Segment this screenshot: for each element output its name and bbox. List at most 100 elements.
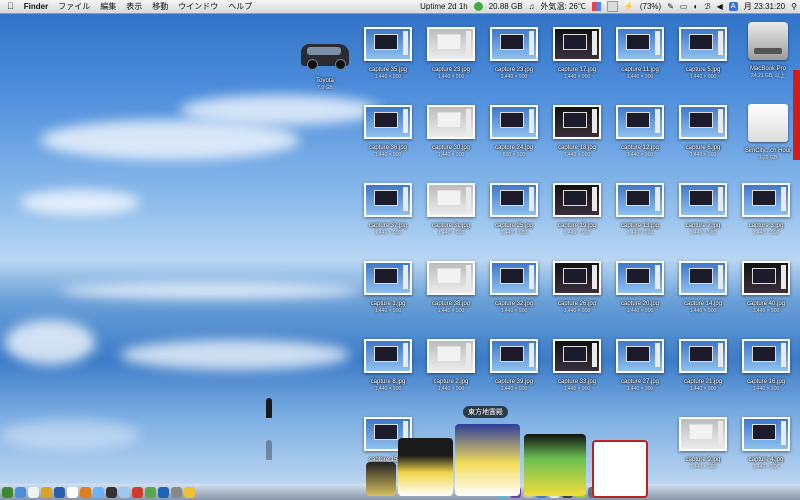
desktop-file-icon[interactable]: capture 2.jpg 1,440 × 900: [420, 339, 482, 392]
desktop-file-icon[interactable]: capture 31.jpg 1,440 × 900: [420, 183, 482, 236]
desktop-file-icon[interactable]: capture 21.jpg 1,440 × 900: [672, 339, 734, 392]
desktop-file-icon[interactable]: capture 24.jpg 800 × 600: [483, 105, 545, 158]
menu-help[interactable]: ヘルプ: [223, 0, 257, 13]
desktop-file-icon[interactable]: capture 27.jpg 1,440 × 900: [609, 339, 671, 392]
dock-app-icon[interactable]: [119, 486, 130, 498]
dock-game-icon-satori[interactable]: [592, 440, 648, 498]
desktop-file-icon[interactable]: capture 1.jpg 1,440 × 900: [357, 261, 419, 314]
image-thumbnail-icon: [616, 105, 664, 139]
menu-go[interactable]: 移動: [147, 0, 173, 13]
dock-app-icon[interactable]: [132, 486, 143, 498]
menu-finder[interactable]: Finder: [19, 0, 53, 13]
dock-app-icon[interactable]: [41, 486, 52, 498]
desktop-icon-sub: 24.21 GB, 以上: [751, 73, 785, 79]
dock-app-icon[interactable]: [158, 486, 169, 498]
desktop-icon-sub: 1,440 × 900: [500, 74, 528, 80]
dock-app-icon[interactable]: [171, 486, 182, 498]
disk-status-icon[interactable]: [471, 0, 486, 13]
desktop-icon-label: capture 24.jpg: [494, 145, 534, 151]
desktop-file-icon[interactable]: capture 13.jpg 1,440 × 900: [609, 183, 671, 236]
desktop-file-icon[interactable]: capture 11.jpg 1,440 × 900: [609, 27, 671, 80]
desktop-icon-label: capture 35.jpg: [368, 67, 408, 73]
display-icon[interactable]: ▭: [677, 0, 691, 13]
desktop-file-icon[interactable]: capture 7.jpg 1,440 × 900: [672, 183, 734, 236]
desktop-file-icon[interactable]: capture 38.jpg 1,440 × 900: [420, 261, 482, 314]
desktop-file-icon[interactable]: capture 30.jpg 1,440 × 900: [420, 105, 482, 158]
desktop-file-icon[interactable]: capture 6.jpg 1,440 × 900: [672, 105, 734, 158]
desktop-file-icon[interactable]: capture 23.jpg 1,440 × 900: [483, 27, 545, 80]
bluetooth-icon[interactable]: ℬ: [701, 0, 713, 13]
desktop-file-icon[interactable]: capture 36.jpg 1,440 × 900: [357, 105, 419, 158]
dock-app-icon[interactable]: [80, 486, 91, 498]
image-thumbnail-icon: [490, 339, 538, 373]
desktop-file-icon[interactable]: capture 37.jpg 1,440 × 900: [357, 183, 419, 236]
desktop-icon-label: capture 4.jpg: [748, 457, 784, 463]
cpu-monitor-icon[interactable]: [589, 0, 604, 13]
desktop-file-icon[interactable]: capture 18.jpg 1,440 × 900: [546, 105, 608, 158]
desktop-file-icon[interactable]: capture 40.jpg 1,440 × 900: [735, 261, 797, 314]
desktop-file-icon[interactable]: capture 23.jpg 1,440 × 900: [420, 27, 482, 80]
desktop-icon-sub: 1,440 × 900: [689, 152, 717, 158]
dock-app-icon[interactable]: [145, 486, 156, 498]
desktop-drive-macbook-pro[interactable]: MacBook Pro 24.21 GB, 以上: [737, 22, 799, 79]
dock-game-icon-marisa[interactable]: [366, 462, 396, 496]
desktop-file-icon[interactable]: capture 16.jpg 1,440 × 900: [735, 339, 797, 392]
desktop-file-icon[interactable]: capture 4.jpg 1,440 × 900: [735, 417, 797, 470]
headphones-icon[interactable]: ♫: [526, 0, 538, 13]
desktop-file-icon[interactable]: capture 25.jpg 1,440 × 900: [483, 183, 545, 236]
desktop-icon-toyota[interactable]: Toyota 7.9 GB: [294, 38, 356, 91]
uptime-status[interactable]: Uptime 2d 1h: [417, 0, 471, 13]
dock-app-icon[interactable]: [2, 486, 13, 498]
desktop-file-icon[interactable]: capture 5.jpg 1,440 × 900: [672, 27, 734, 80]
weather-icon[interactable]: [604, 0, 621, 13]
battery-percent[interactable]: (73%): [637, 0, 664, 13]
desktop-icon-sub: 800 × 600: [502, 152, 526, 158]
menu-window[interactable]: ウインドウ: [173, 0, 223, 13]
volume-icon[interactable]: ◀: [714, 0, 726, 13]
desktop-file-icon[interactable]: capture 3.jpg 1,440 × 900: [735, 183, 797, 236]
desktop-file-icon[interactable]: capture 20.jpg 1,440 × 900: [609, 261, 671, 314]
desktop-file-icon[interactable]: capture 8.jpg 1,440 × 900: [357, 339, 419, 392]
desktop-file-icon[interactable]: capture 14.jpg 1,440 × 900: [672, 261, 734, 314]
disk-free-status[interactable]: 20.88 GB: [486, 0, 526, 13]
desktop-icon-label: capture 26.jpg: [557, 301, 597, 307]
desktop-icon-sub: 1,440 × 900: [689, 464, 717, 470]
desktop-icon-sub: 1,440 × 900: [626, 386, 654, 392]
dock-game-icon-sakuya[interactable]: [455, 424, 520, 496]
desktop-icon-label: capture 30.jpg: [431, 145, 471, 151]
dock-game-icon-marisa-large[interactable]: [398, 438, 453, 496]
desktop-file-icon[interactable]: capture 33.jpg 1,440 × 900: [546, 339, 608, 392]
spotlight-icon[interactable]: ⚲: [788, 0, 800, 13]
desktop-file-icon[interactable]: capture 39.jpg 1,440 × 900: [483, 339, 545, 392]
dock-app-icon[interactable]: [93, 486, 104, 498]
desktop-drive-simcity[interactable]: SimCity...ch Hour 1.22 GB: [737, 104, 799, 161]
desktop-file-icon[interactable]: capture 9.jpg 1,440 × 900: [672, 417, 734, 470]
menu-view[interactable]: 表示: [121, 0, 147, 13]
dock-app-icon[interactable]: [28, 486, 39, 498]
desktop-file-icon[interactable]: capture 12.jpg 1,440 × 900: [609, 105, 671, 158]
script-icon[interactable]: ✎: [664, 0, 677, 13]
menu-file[interactable]: ファイル: [53, 0, 95, 13]
desktop-icon-label: capture 9.jpg: [685, 457, 721, 463]
dock-app-icon[interactable]: [15, 486, 26, 498]
desktop-file-icon[interactable]: capture 26.jpg 1,440 × 900: [546, 261, 608, 314]
apple-menu-icon[interactable]: : [0, 0, 19, 13]
image-thumbnail-icon: [490, 183, 538, 217]
menubar-clock[interactable]: 月 23:31:20: [741, 0, 788, 13]
wifi-icon[interactable]: ◐: [690, 0, 701, 13]
dock-app-icon[interactable]: [106, 486, 117, 498]
desktop-file-icon[interactable]: capture 19.jpg 1,440 × 900: [546, 183, 608, 236]
temperature-status[interactable]: 外気温: 26℃: [538, 0, 589, 13]
desktop-file-icon[interactable]: capture 32.jpg 1,440 × 900: [483, 261, 545, 314]
desktop-file-icon[interactable]: capture 17.jpg 1,440 × 900: [546, 27, 608, 80]
desktop-icon-label: capture 12.jpg: [620, 145, 660, 151]
dock-game-icon-marisa-2[interactable]: [524, 434, 586, 496]
desktop-file-icon[interactable]: capture 35.jpg 1,440 × 900: [357, 27, 419, 80]
battery-bolt-icon[interactable]: ⚡: [621, 0, 637, 13]
dock-app-icon[interactable]: [67, 486, 78, 498]
dock-app-icon[interactable]: [54, 486, 65, 498]
image-thumbnail-icon: [616, 261, 664, 295]
menu-edit[interactable]: 編集: [95, 0, 121, 13]
input-method-icon[interactable]: A: [726, 0, 741, 13]
dock-app-icon[interactable]: [184, 486, 195, 498]
